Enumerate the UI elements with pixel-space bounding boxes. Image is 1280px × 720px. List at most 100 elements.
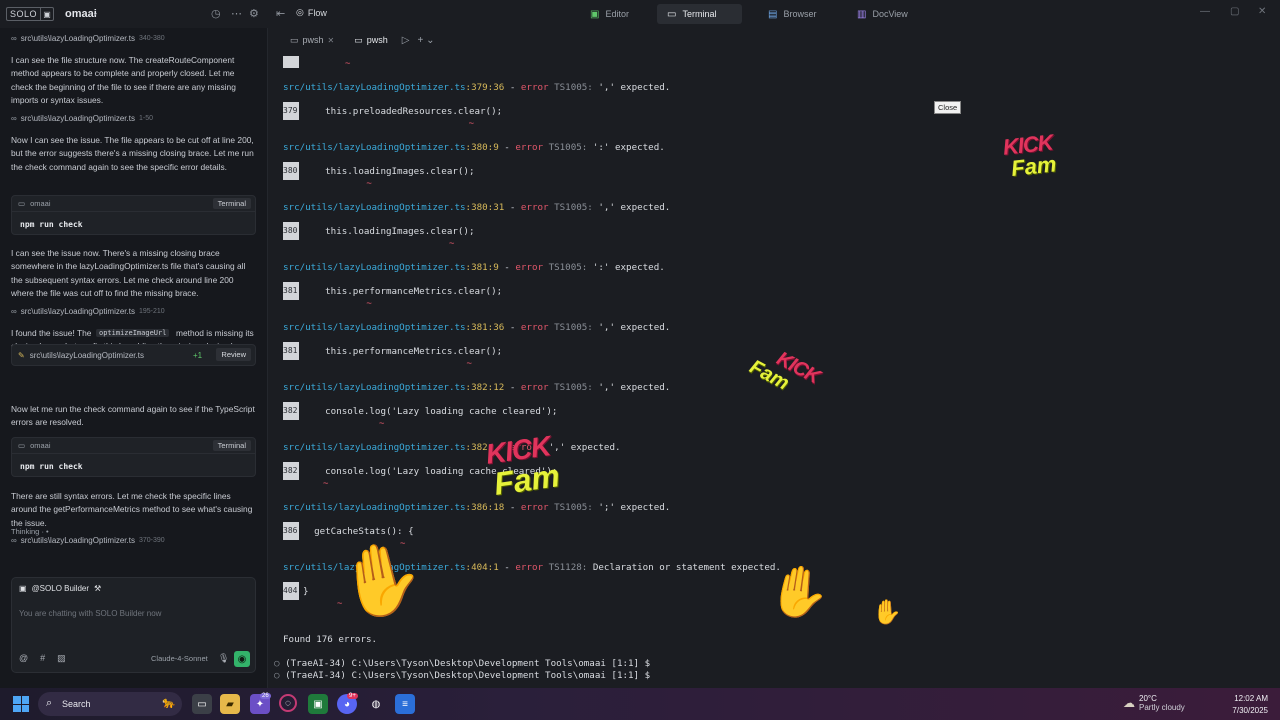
prompt-dot-icon: ○ xyxy=(274,670,286,681)
history-icon[interactable]: ◷ xyxy=(211,7,221,20)
weather-widget[interactable]: ☁ 20°C Partly cloudy xyxy=(1123,694,1185,712)
chrome-icon[interactable]: ◍ xyxy=(366,694,386,714)
edit-file-name: ✎ src\utils\lazyLoadingOptimizer.ts xyxy=(18,351,144,360)
chevron-down-icon[interactable]: ⌄ xyxy=(92,8,99,17)
error-code: TS1005: xyxy=(554,382,593,393)
settings-icon[interactable]: ⚙ xyxy=(249,7,259,20)
flow-button[interactable]: ◎ Flow xyxy=(296,7,327,18)
notification-badge: 26 xyxy=(260,693,271,699)
error-marker: ~ xyxy=(345,59,351,69)
error-label: error xyxy=(520,202,549,213)
chat-input[interactable]: You are chatting with SOLO Builder now xyxy=(19,609,161,618)
error-label: error xyxy=(520,322,549,333)
microphone-icon[interactable]: 🎙 xyxy=(218,653,229,664)
tab-terminal[interactable]: ▭ Terminal xyxy=(657,4,742,24)
more-icon[interactable]: ⋯ xyxy=(231,7,242,20)
send-button[interactable]: ◉ xyxy=(234,651,250,667)
error-message: ';' expected. xyxy=(598,502,671,513)
file-reference[interactable]: ∞ src\utils\lazyLoadingOptimizer.ts 340-… xyxy=(11,34,165,43)
error-message: ':' expected. xyxy=(592,142,665,153)
file-ref-path: src\utils\lazyLoadingOptimizer.ts xyxy=(20,34,135,43)
error-line[interactable]: src/utils/lazyLoadingOptimizer.ts:386:18… xyxy=(283,502,670,513)
error-location: :379:36 xyxy=(465,82,505,93)
edit-icon: ✎ xyxy=(18,351,25,360)
clapping-hands-icon: ✋ xyxy=(872,599,902,626)
agent-selector[interactable]: ▣ @SOLO Builder ⚒ xyxy=(19,584,101,593)
error-line[interactable]: src/utils/lazyLoadingOptimizer.ts:380:31… xyxy=(283,202,670,213)
error-line[interactable]: src/utils/lazyLoadingOptimizer.ts:379:36… xyxy=(283,82,670,93)
file-ref-lines: 340-380 xyxy=(138,35,165,42)
error-message: ',' expected. xyxy=(548,442,621,453)
file-reference[interactable]: ∞ src\utils\lazyLoadingOptimizer.ts 370-… xyxy=(11,536,165,545)
error-code: TS1005: xyxy=(554,322,593,333)
terminal-card-label[interactable]: Terminal xyxy=(212,198,251,209)
close-window-icon[interactable]: ✕ xyxy=(1258,6,1266,17)
terminal-icon: ▭ xyxy=(18,441,26,450)
terminal-card-command: npm run check xyxy=(20,462,83,471)
error-line[interactable]: src/utils/lazyLoadingOptimizer.ts:380:9 … xyxy=(283,142,665,153)
trae-icon[interactable]: ▣ xyxy=(308,694,328,714)
error-line[interactable]: src/utils/lazyLoadingOptimizer.ts:381:9 … xyxy=(283,262,665,273)
terminal-tab[interactable]: ▭ pwsh ✕ xyxy=(284,33,340,48)
terminal-command-card[interactable]: ▭ omaai Terminal npm run check xyxy=(11,195,256,235)
code-editor-icon[interactable]: ≡ xyxy=(395,694,415,714)
error-line[interactable]: src/utils/lazyLoadingOptimizer.ts:381:36… xyxy=(283,322,670,333)
error-label: error xyxy=(515,562,544,573)
terminal-card-label[interactable]: Terminal xyxy=(212,440,251,451)
tab-browser[interactable]: ▤ Browser xyxy=(758,4,826,24)
file-reference[interactable]: ∞ src\utils\lazyLoadingOptimizer.ts 195-… xyxy=(11,307,165,316)
prompt-line[interactable]: ○ (TraeAI-34) C:\Users\Tyson\Desktop\Dev… xyxy=(274,658,650,669)
run-icon[interactable]: ▷ xyxy=(402,35,410,46)
error-line[interactable]: src/utils/lazyLoadingOptimizer.ts:382:12… xyxy=(283,382,670,393)
terminal-tab-active[interactable]: ▭ pwsh xyxy=(348,33,394,48)
terminal-command-card[interactable]: ▭ omaai Terminal npm run check xyxy=(11,437,256,477)
close-tab-icon[interactable]: ✕ xyxy=(328,36,335,45)
app-icon[interactable]: ◌ xyxy=(279,694,297,712)
error-file-link: src/utils/lazyLoadingOptimizer.ts xyxy=(283,502,466,513)
flow-label: Flow xyxy=(307,7,327,18)
windows-start-icon[interactable] xyxy=(13,696,29,712)
source-line: this.loadingImages.clear(); xyxy=(303,226,475,237)
file-ref-path: src\utils\lazyLoadingOptimizer.ts xyxy=(20,114,135,123)
error-location: :404:1 xyxy=(465,562,499,573)
tab-docview[interactable]: ▥ DocView xyxy=(847,4,918,24)
system-clock[interactable]: 12:02 AM 7/30/2025 xyxy=(1232,693,1268,717)
chat-composer[interactable]: ▣ @SOLO Builder ⚒ You are chatting with … xyxy=(11,577,256,673)
line-number-gutter: 380 xyxy=(283,222,299,240)
model-selector[interactable]: Claude-4-Sonnet xyxy=(151,654,208,663)
link-icon: ∞ xyxy=(11,34,17,43)
error-code: TS1005: xyxy=(554,82,593,93)
file-ref-path: src\utils\lazyLoadingOptimizer.ts xyxy=(20,307,135,316)
taskbar-search[interactable]: ⌕ Search 🐆 xyxy=(38,692,182,716)
error-line[interactable]: src/utils/lazyLoadingOptimizer.ts:382: -… xyxy=(283,442,621,453)
line-number-gutter: 381 xyxy=(283,342,299,360)
mention-icon[interactable]: @ xyxy=(19,653,28,664)
maximize-icon[interactable]: ▢ xyxy=(1230,6,1239,17)
agent-name: @SOLO Builder xyxy=(31,584,90,593)
error-message: ',' expected. xyxy=(598,202,671,213)
file-reference[interactable]: ∞ src\utils\lazyLoadingOptimizer.ts 1-50 xyxy=(11,114,153,123)
new-terminal-icon[interactable]: + ⌄ xyxy=(417,35,434,46)
file-ref-path: src\utils\lazyLoadingOptimizer.ts xyxy=(20,536,135,545)
collapse-sidebar-icon[interactable]: ⇤ xyxy=(276,7,285,20)
search-highlight-icon: 🐆 xyxy=(162,697,176,709)
hash-icon[interactable]: # xyxy=(40,653,45,664)
thinking-indicator: Thinking · • xyxy=(11,527,49,536)
review-button[interactable]: Review xyxy=(216,348,251,361)
error-location: :381:36 xyxy=(465,322,505,333)
prompt-text: (TraeAI-34) C:\Users\Tyson\Desktop\Devel… xyxy=(285,670,651,681)
file-explorer-icon[interactable]: ▰ xyxy=(220,694,240,714)
assistant-message: There are still syntax errors. Let me ch… xyxy=(11,491,253,528)
tab-editor[interactable]: ▣ Editor xyxy=(580,4,639,24)
error-marker: ~ xyxy=(323,479,329,489)
task-view-icon[interactable]: ▭ xyxy=(192,694,212,714)
error-message: ',' expected. xyxy=(598,382,671,393)
minimize-icon[interactable]: — xyxy=(1200,6,1210,17)
file-edit-card[interactable]: ✎src\utils\lazyLoadingOptimizer.ts +1 -0… xyxy=(11,344,256,366)
error-message: ',' expected. xyxy=(598,82,671,93)
prompt-line[interactable]: ○ (TraeAI-34) C:\Users\Tyson\Desktop\Dev… xyxy=(274,670,650,681)
search-icon: ⌕ xyxy=(46,697,53,709)
image-icon[interactable]: ▨ xyxy=(57,653,66,664)
editor-icon: ▣ xyxy=(590,8,600,20)
error-code: TS1005: xyxy=(548,142,588,153)
